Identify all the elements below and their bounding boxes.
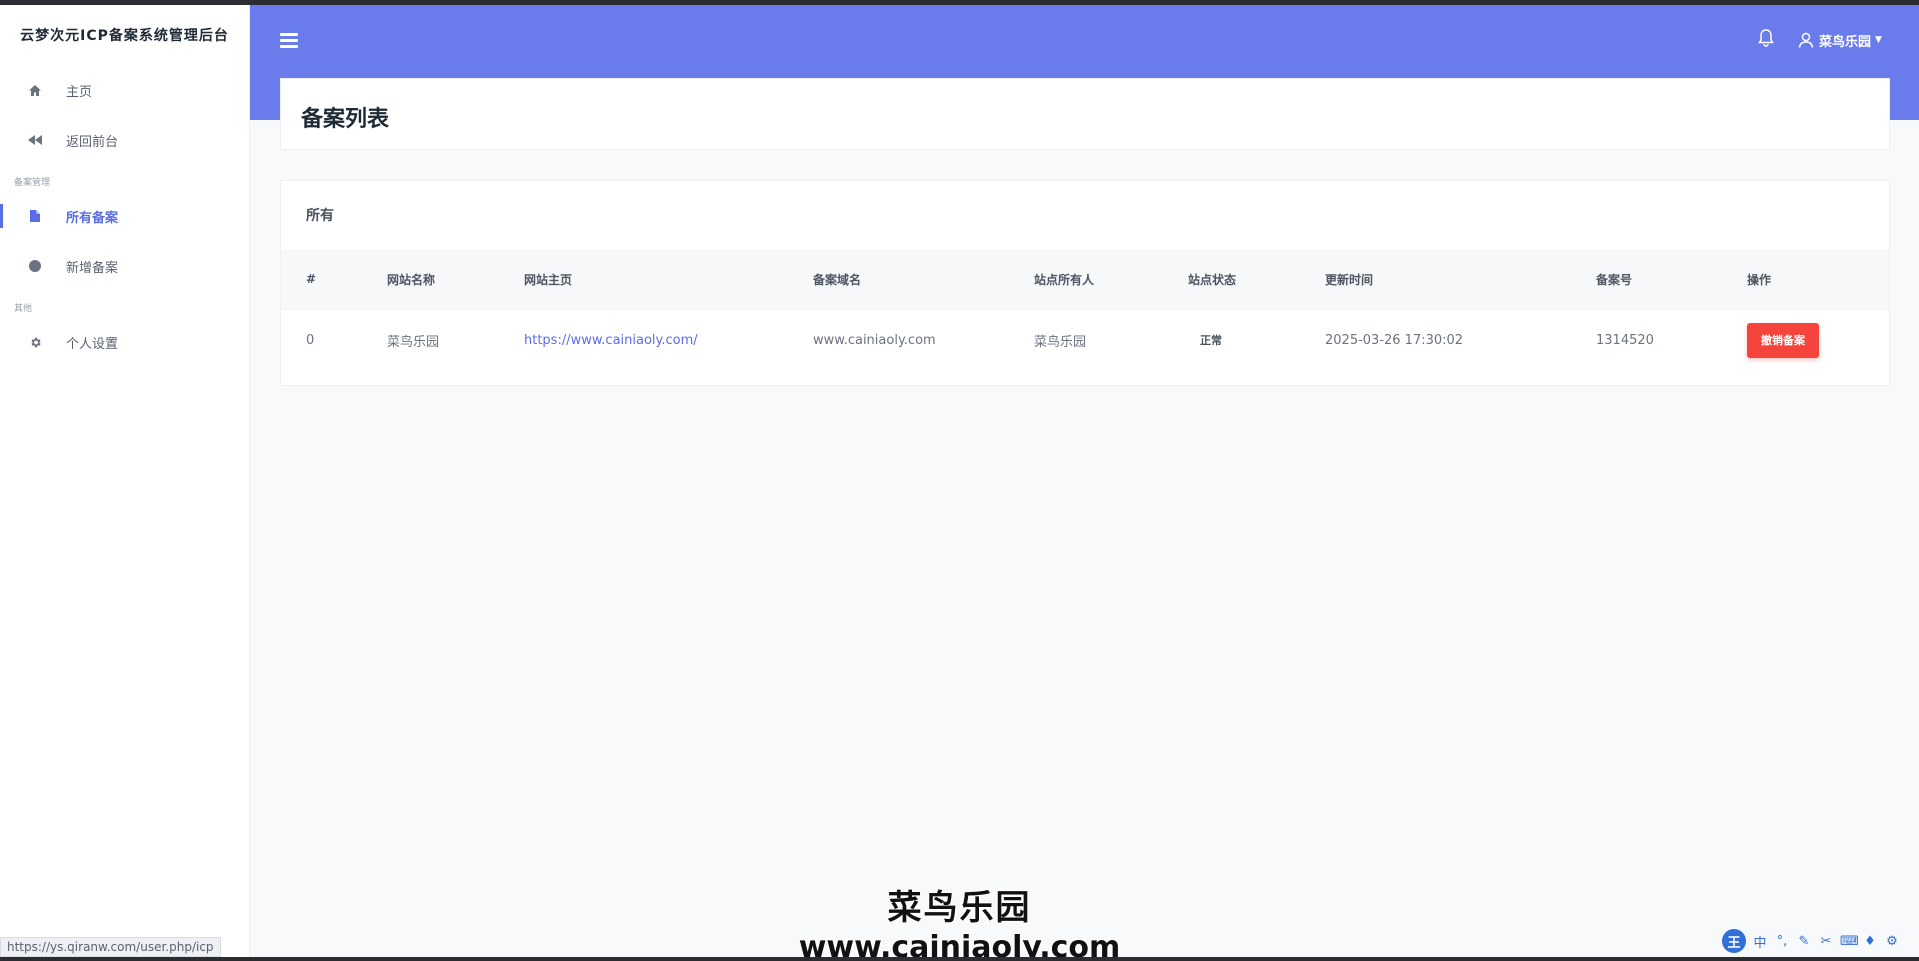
sidebar-item-settings[interactable]: 个人设置 xyxy=(0,317,249,367)
cell-index: 0 xyxy=(306,332,315,348)
sidebar-item-back-frontend[interactable]: 返回前台 xyxy=(0,115,249,165)
circle-icon xyxy=(28,259,42,273)
status-badge: 正常 xyxy=(1200,334,1222,347)
sidebar-item-label: 个人设置 xyxy=(66,336,119,352)
menu-toggle-icon[interactable] xyxy=(280,33,298,48)
sidebar-section-icp: 备案管理 xyxy=(14,177,51,188)
pen-icon[interactable]: ✎ xyxy=(1796,934,1812,949)
sidebar: 云梦次元ICP备案系统管理后台 主页 返回前台 备案管理 所有备案 新增备案 其… xyxy=(0,5,250,957)
section-title: 所有 xyxy=(306,208,334,224)
column-header: 网站主页 xyxy=(524,272,573,287)
sidebar-item-all-records[interactable]: 所有备案 xyxy=(0,191,249,241)
revoke-record-button[interactable]: 撤销备案 xyxy=(1747,322,1819,358)
cell-site-name: 菜鸟乐园 xyxy=(387,334,440,350)
brand-title: 云梦次元ICP备案系统管理后台 xyxy=(20,28,229,44)
page-title: 备案列表 xyxy=(301,107,390,132)
table-row: 0 菜鸟乐园 https://www.cainiaoly.com/ www.ca… xyxy=(281,309,1889,369)
action-cell: 撤销备案 xyxy=(1747,310,1819,370)
cell-owner: 菜鸟乐园 xyxy=(1034,334,1087,350)
ime-mode-toggle[interactable]: 中 xyxy=(1752,932,1768,951)
keyboard-icon[interactable]: ⌨ xyxy=(1840,934,1859,949)
user-menu[interactable]: 菜鸟乐园 ▼ xyxy=(1798,29,1882,51)
watermark-text: 菜鸟乐园 xyxy=(887,888,1032,928)
file-icon xyxy=(28,209,42,223)
ime-toolbar: 王 中 °, ✎ ✂ ⌨ ♦ ⚙ xyxy=(1722,928,1900,954)
column-header: 操作 xyxy=(1747,272,1772,287)
sidebar-item-label: 返回前台 xyxy=(66,134,119,150)
column-header: 更新时间 xyxy=(1325,272,1374,287)
backward-icon xyxy=(28,133,42,147)
sidebar-item-label: 主页 xyxy=(66,84,93,100)
page-title-card: 备案列表 xyxy=(280,78,1890,150)
notification-bell-icon[interactable] xyxy=(1758,29,1776,49)
column-header: # xyxy=(306,272,317,286)
column-header: 站点所有人 xyxy=(1034,272,1095,287)
user-icon xyxy=(1798,32,1814,48)
column-header: 站点状态 xyxy=(1188,272,1237,287)
sidebar-item-new-record[interactable]: 新增备案 xyxy=(0,241,249,291)
ime-logo-icon[interactable]: 王 xyxy=(1722,929,1746,953)
cell-domain: www.cainiaoly.com xyxy=(813,332,936,348)
caret-down-icon: ▼ xyxy=(1875,35,1882,45)
window-bottom-strip xyxy=(0,957,1919,961)
column-header: 备案号 xyxy=(1596,272,1633,287)
cell-homepage-link[interactable]: https://www.cainiaoly.com/ xyxy=(524,310,698,370)
punctuation-icon[interactable]: °, xyxy=(1774,934,1790,949)
settings-gear-icon[interactable]: ⚙ xyxy=(1884,934,1900,949)
cell-icp-number: 1314520 xyxy=(1596,332,1654,348)
link-preview-statusbar: https://ys.qiranw.com/user.php/icp xyxy=(0,937,221,957)
sidebar-item-label: 新增备案 xyxy=(66,260,119,276)
skin-icon[interactable]: ♦ xyxy=(1862,934,1878,949)
column-header: 网站名称 xyxy=(387,272,436,287)
sidebar-section-other: 其他 xyxy=(14,303,33,314)
cell-updated-time: 2025-03-26 17:30:02 xyxy=(1325,332,1464,348)
gear-icon xyxy=(28,335,42,349)
username: 菜鸟乐园 xyxy=(1819,34,1872,50)
home-icon xyxy=(28,83,42,97)
scissors-icon[interactable]: ✂ xyxy=(1818,934,1834,949)
table-header: # 网站名称 网站主页 备案域名 站点所有人 站点状态 更新时间 备案号 操作 xyxy=(281,249,1889,309)
column-header: 备案域名 xyxy=(813,272,862,287)
records-table-card: 所有 # 网站名称 网站主页 备案域名 站点所有人 站点状态 更新时间 备案号 … xyxy=(280,180,1890,386)
sidebar-item-label: 所有备案 xyxy=(66,210,119,226)
watermark-url: www.cainiaoly.com xyxy=(798,930,1121,957)
sidebar-item-home[interactable]: 主页 xyxy=(0,65,249,115)
